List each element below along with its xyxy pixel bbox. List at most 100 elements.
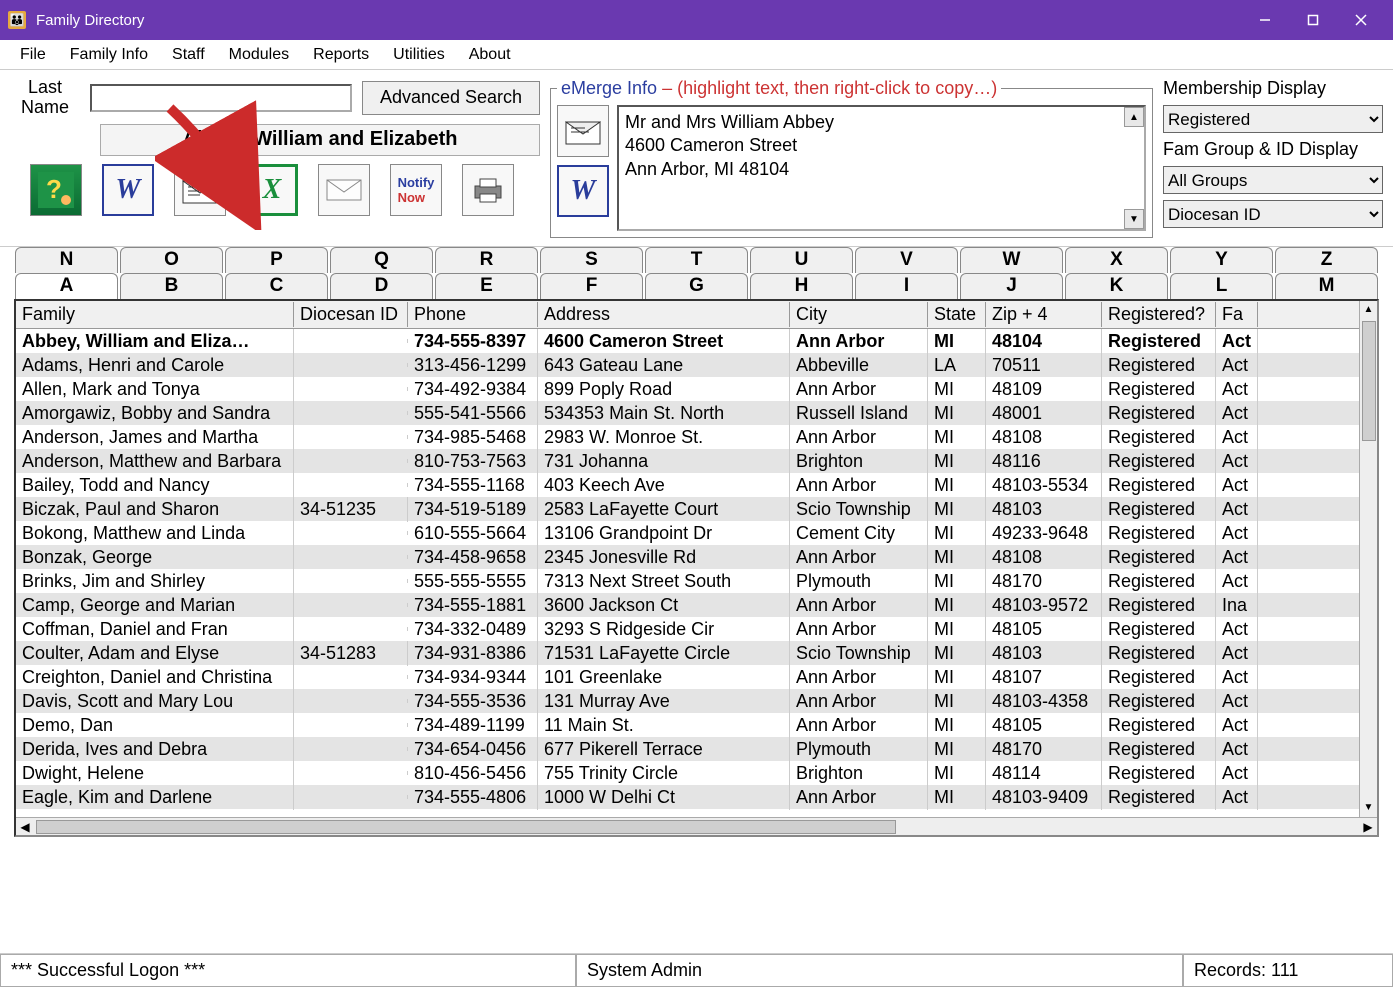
tab-k[interactable]: K [1065,273,1168,299]
col-header-city[interactable]: City [790,302,928,327]
grid-horizontal-scrollbar[interactable]: ◀ ▶ [16,817,1377,835]
menu-about[interactable]: About [457,44,523,66]
fam-group-select[interactable]: All Groups [1163,166,1383,194]
scroll-right-icon[interactable]: ▶ [1359,820,1377,834]
table-row[interactable]: Amorgawiz, Bobby and Sandra555-541-55665… [16,401,1377,425]
app-icon: 👪 [8,11,26,29]
tab-d[interactable]: D [330,273,433,299]
table-row[interactable]: Biczak, Paul and Sharon34-51235734-519-5… [16,497,1377,521]
tab-a[interactable]: A [15,273,118,299]
status-records: Records: 111 [1183,954,1393,987]
tab-e[interactable]: E [435,273,538,299]
tab-q[interactable]: Q [330,247,433,273]
scroll-up-icon[interactable]: ▲ [1124,107,1144,127]
minimize-button[interactable] [1241,0,1289,40]
table-row[interactable]: Anderson, Matthew and Barbara810-753-756… [16,449,1377,473]
table-row[interactable]: Davis, Scott and Mary Lou734-555-3536131… [16,689,1377,713]
scroll-down-icon[interactable]: ▼ [1364,799,1374,817]
membership-display-select[interactable]: Registered [1163,105,1383,133]
menu-file[interactable]: File [8,44,58,66]
col-header-registered[interactable]: Registered? [1102,302,1216,327]
table-row[interactable]: Brinks, Jim and Shirley555-555-55557313 … [16,569,1377,593]
tab-o[interactable]: O [120,247,223,273]
table-row[interactable]: Bonzak, George734-458-96582345 Jonesvill… [16,545,1377,569]
tab-b[interactable]: B [120,273,223,299]
table-row[interactable]: Bailey, Todd and Nancy734-555-1168403 Ke… [16,473,1377,497]
menu-modules[interactable]: Modules [217,44,301,66]
menu-reports[interactable]: Reports [301,44,381,66]
scroll-up-icon[interactable]: ▲ [1364,301,1374,319]
scroll-thumb[interactable] [36,820,896,834]
excel-icon[interactable]: X [246,164,298,216]
alphabet-tabs: NOPQRSTUVWXYZ ABCDEFGHIJKLM [0,247,1393,299]
tab-r[interactable]: R [435,247,538,273]
email-icon[interactable] [318,164,370,216]
tab-g[interactable]: G [645,273,748,299]
tab-h[interactable]: H [750,273,853,299]
advanced-search-button[interactable]: Advanced Search [362,81,540,115]
table-row[interactable]: Abbey, William and Eliza…734-555-8397460… [16,329,1377,353]
col-header-family[interactable]: Family [16,302,294,327]
tab-i[interactable]: I [855,273,958,299]
tab-z[interactable]: Z [1275,247,1378,273]
tab-w[interactable]: W [960,247,1063,273]
col-header-diocesan-id[interactable]: Diocesan ID [294,302,408,327]
tab-p[interactable]: P [225,247,328,273]
close-button[interactable] [1337,0,1385,40]
table-row[interactable]: Demo, Dan734-489-119911 Main St.Ann Arbo… [16,713,1377,737]
tab-t[interactable]: T [645,247,748,273]
window-title: Family Directory [36,12,144,29]
tab-u[interactable]: U [750,247,853,273]
tab-s[interactable]: S [540,247,643,273]
tab-m[interactable]: M [1275,273,1378,299]
table-row[interactable]: Coulter, Adam and Elyse34-51283734-931-8… [16,641,1377,665]
table-row[interactable]: Derida, Ives and Debra734-654-0456677 Pi… [16,737,1377,761]
tab-f[interactable]: F [540,273,643,299]
emerge-textarea[interactable]: Mr and Mrs William Abbey 4600 Cameron St… [617,105,1146,231]
printer-icon[interactable] [462,164,514,216]
selected-family-box: Abbey, William and Elizabeth [100,124,540,156]
help-icon[interactable]: ? [30,164,82,216]
tab-v[interactable]: V [855,247,958,273]
status-logon: *** Successful Logon *** [0,954,576,987]
table-row[interactable]: Adams, Henri and Carole313-456-1299643 G… [16,353,1377,377]
table-row[interactable]: Coffman, Daniel and Fran734-332-04893293… [16,617,1377,641]
tab-c[interactable]: C [225,273,328,299]
table-row[interactable]: Bokong, Matthew and Linda610-555-5664131… [16,521,1377,545]
col-header-phone[interactable]: Phone [408,302,538,327]
grid-vertical-scrollbar[interactable]: ▲ ▼ [1359,301,1377,817]
table-row[interactable]: Anderson, James and Martha734-985-546829… [16,425,1377,449]
last-name-input[interactable] [90,84,352,112]
notify-now-icon[interactable]: NotifyNow [390,164,442,216]
menu-staff[interactable]: Staff [160,44,217,66]
scroll-thumb[interactable] [1362,321,1376,441]
emerge-card-icon[interactable] [557,105,609,157]
tab-y[interactable]: Y [1170,247,1273,273]
emerge-word-icon[interactable]: W [557,165,609,217]
table-row[interactable]: Dwight, Helene810-456-5456755 Trinity Ci… [16,761,1377,785]
tab-x[interactable]: X [1065,247,1168,273]
status-bar: *** Successful Logon *** System Admin Re… [0,953,1393,987]
col-header-address[interactable]: Address [538,302,790,327]
menu-family-info[interactable]: Family Info [58,44,160,66]
menu-utilities[interactable]: Utilities [381,44,457,66]
id-display-select[interactable]: Diocesan ID [1163,200,1383,228]
maximize-button[interactable] [1289,0,1337,40]
last-name-label: Last Name [10,78,80,118]
status-user: System Admin [576,954,1183,987]
scroll-left-icon[interactable]: ◀ [16,820,34,834]
table-row[interactable]: Allen, Mark and Tonya734-492-9384899 Pop… [16,377,1377,401]
scroll-down-icon[interactable]: ▼ [1124,209,1144,229]
address-card-icon[interactable] [174,164,226,216]
col-header-state[interactable]: State [928,302,986,327]
title-bar: 👪 Family Directory [0,0,1393,40]
table-row[interactable]: Eagle, Kim and Darlene734-555-48061000 W… [16,785,1377,809]
tab-l[interactable]: L [1170,273,1273,299]
tab-n[interactable]: N [15,247,118,273]
table-row[interactable]: Creighton, Daniel and Christina734-934-9… [16,665,1377,689]
col-header-zip[interactable]: Zip + 4 [986,302,1102,327]
table-row[interactable]: Camp, George and Marian734-555-18813600 … [16,593,1377,617]
word-icon[interactable]: W [102,164,154,216]
col-header-status[interactable]: Fa [1216,302,1258,327]
tab-j[interactable]: J [960,273,1063,299]
